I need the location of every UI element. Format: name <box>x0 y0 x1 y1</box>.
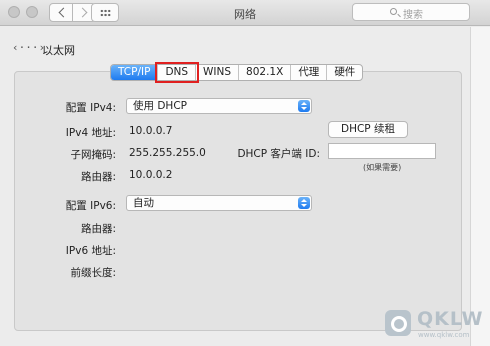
tab-tcpip[interactable]: TCP/IP <box>111 65 159 80</box>
tab-8021x[interactable]: 802.1X <box>239 65 292 80</box>
dhcp-client-id-label: DHCP 客户端 ID: <box>237 148 320 160</box>
ipv4-address-label: IPv4 地址: <box>65 127 116 139</box>
search-icon <box>390 8 397 15</box>
dhcp-client-id-input[interactable] <box>328 143 436 159</box>
configure-ipv6-label: 配置 IPv6: <box>65 200 116 212</box>
dhcp-client-id-hint: (如果需要) <box>363 163 402 172</box>
prefix-length-label: 前缀长度: <box>70 267 116 279</box>
router-value: 10.0.0.2 <box>129 169 173 181</box>
subnet-mask-value: 255.255.255.0 <box>129 147 206 159</box>
tab-dns[interactable]: DNS <box>155 62 200 83</box>
search-field[interactable]: 搜索 <box>352 3 470 21</box>
router-label: 路由器: <box>80 171 116 183</box>
configure-ipv4-label: 配置 IPv4: <box>65 102 116 114</box>
watermark-subtext: www.qklw.com <box>418 331 470 339</box>
configure-ipv4-select[interactable]: 使用 DHCP <box>126 98 312 114</box>
ipv6-router-label: 路由器: <box>80 223 116 235</box>
watermark-logo-icon <box>385 310 411 336</box>
title-bar: 网络 搜索 <box>0 0 490 26</box>
chevron-updown-icon <box>298 197 310 209</box>
configure-ipv6-select[interactable]: 自动 <box>126 195 312 211</box>
tab-wins[interactable]: WINS <box>196 65 240 80</box>
configure-ipv4-value: 使用 DHCP <box>133 100 187 112</box>
configure-ipv6-value: 自动 <box>133 197 154 209</box>
ipv4-address-value: 10.0.0.7 <box>129 125 173 137</box>
tab-hardware[interactable]: 硬件 <box>327 65 362 80</box>
interface-name: 以太网 <box>42 44 75 57</box>
dhcp-renew-button[interactable]: DHCP 续租 <box>328 121 408 138</box>
ipv6-address-label: IPv6 地址: <box>65 245 116 257</box>
watermark: QKLW www.qklw.com <box>385 306 490 344</box>
tab-proxy[interactable]: 代理 <box>291 65 328 80</box>
watermark-text: QKLW <box>417 308 484 330</box>
chevron-updown-icon <box>298 100 310 112</box>
subnet-mask-label: 子网掩码: <box>70 149 116 161</box>
ethernet-arrows-icon: ‹···› <box>12 41 46 54</box>
search-placeholder: 搜索 <box>403 10 423 21</box>
tab-bar: TCP/IP DNS WINS 802.1X 代理 硬件 <box>110 62 364 83</box>
window-edge <box>470 27 490 346</box>
